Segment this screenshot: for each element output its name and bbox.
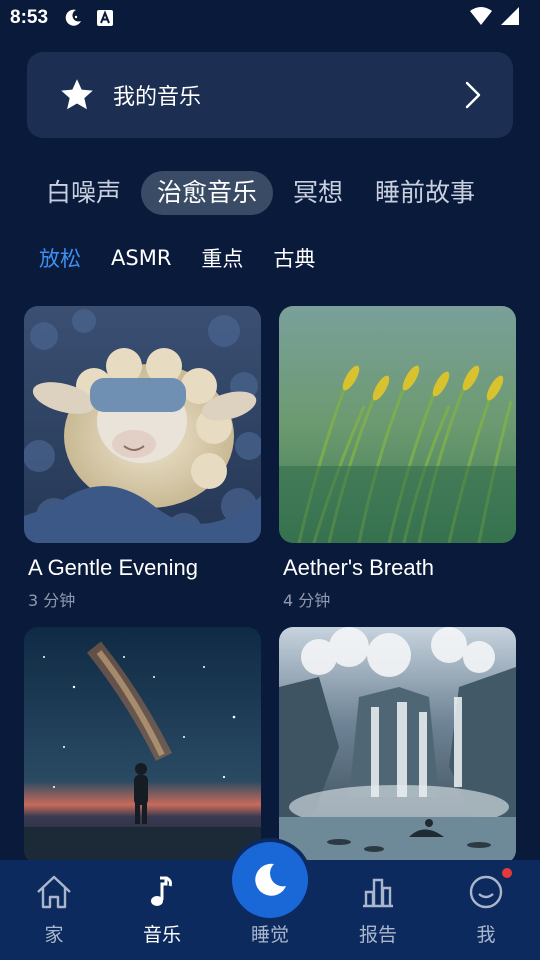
status-bar: 8:53 (0, 0, 540, 36)
waterfall-artwork (279, 627, 516, 864)
sub-tabs: 放松 ASMR 重点 古典 (39, 240, 315, 276)
my-music-label: 我的音乐 (113, 85, 202, 110)
status-indicators (470, 6, 520, 30)
subtab-focus[interactable]: 重点 (201, 243, 243, 273)
tab-white-noise[interactable]: 白噪声 (30, 171, 137, 215)
nav-report[interactable]: 报告 (324, 860, 432, 960)
home-icon (34, 872, 74, 912)
smiley-face-icon (466, 872, 506, 912)
subtab-asmr[interactable]: ASMR (111, 246, 171, 270)
status-time: 8:53 (10, 7, 49, 28)
card-title: Aether's Breath (283, 555, 434, 580)
moon-icon (255, 863, 286, 896)
notification-a-icon (94, 7, 116, 29)
tab-meditation[interactable]: 冥想 (277, 171, 359, 215)
do-not-disturb-moon-icon (62, 7, 84, 29)
milky-way-artwork (24, 627, 261, 864)
category-tabs: 白噪声 治愈音乐 冥想 睡前故事 (30, 170, 491, 216)
star-icon (61, 79, 93, 110)
subtab-classical[interactable]: 古典 (273, 243, 315, 273)
nav-music-label: 音乐 (142, 924, 181, 946)
sheep-artwork (24, 306, 261, 543)
nav-report-label: 报告 (358, 924, 397, 946)
card-duration: 3 分钟 (28, 591, 76, 610)
music-card[interactable] (279, 627, 516, 864)
music-card[interactable] (24, 627, 261, 864)
subtab-relax[interactable]: 放松 (39, 243, 81, 273)
nav-me-label: 我 (476, 924, 496, 946)
bar-chart-icon (358, 872, 398, 912)
tab-bedtime-stories[interactable]: 睡前故事 (359, 171, 491, 215)
cellular-signal-icon (500, 6, 520, 30)
grass-artwork (279, 306, 516, 543)
my-music-card[interactable]: 我的音乐 (27, 52, 513, 138)
wifi-icon (470, 6, 492, 30)
nav-sleep-label: 睡觉 (250, 924, 289, 946)
notification-badge (502, 868, 512, 878)
nav-home[interactable]: 家 (0, 860, 108, 960)
chevron-right-icon (465, 81, 481, 109)
tab-healing-music[interactable]: 治愈音乐 (141, 171, 274, 215)
nav-music[interactable]: 音乐 (108, 860, 216, 960)
music-card[interactable]: A Gentle Evening 3 分钟 (24, 306, 261, 611)
card-title: A Gentle Evening (28, 555, 199, 580)
nav-home-label: 家 (44, 924, 64, 946)
music-card[interactable]: Aether's Breath 4 分钟 (279, 306, 516, 611)
sleep-button[interactable] (232, 842, 308, 918)
nav-me[interactable]: 我 (432, 860, 540, 960)
music-note-icon (142, 872, 182, 912)
card-duration: 4 分钟 (283, 591, 331, 610)
